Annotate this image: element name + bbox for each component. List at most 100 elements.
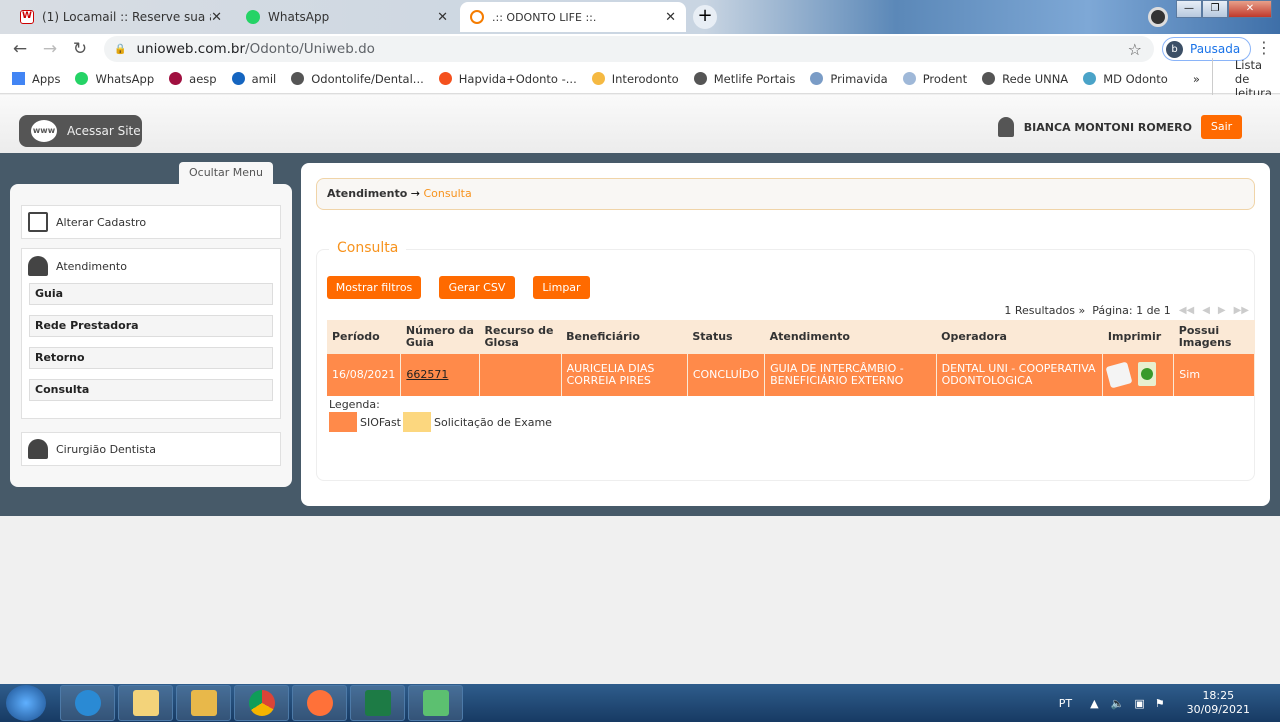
taskbar-ie[interactable] xyxy=(60,685,115,721)
table-row[interactable]: 16/08/2021 662571 AURICELIA DIAS CORREIA… xyxy=(327,354,1255,396)
reading-list-button[interactable]: Lista de leitura xyxy=(1211,57,1280,100)
cell-beneficiario: AURICELIA DIAS CORREIA PIRES xyxy=(561,354,688,396)
generate-csv-button[interactable]: Gerar CSV xyxy=(439,276,515,299)
last-page-icon[interactable]: ▶▶ xyxy=(1234,305,1249,316)
close-tab-icon[interactable]: ✕ xyxy=(437,10,448,25)
media-icon[interactable] xyxy=(1148,7,1168,27)
forward-icon[interactable]: → xyxy=(35,39,65,59)
close-tab-icon[interactable]: ✕ xyxy=(211,10,222,25)
bookmark-item[interactable]: Hapvida+Odonto -... xyxy=(438,72,577,86)
sidebar: Alterar Cadastro Atendimento Guia Rede P… xyxy=(10,184,292,487)
back-icon[interactable]: ← xyxy=(5,39,35,59)
bookmark-item[interactable]: Interodonto xyxy=(591,72,679,86)
new-tab-button[interactable]: + xyxy=(693,5,717,29)
more-bookmarks-button[interactable]: » xyxy=(1193,72,1200,86)
show-hidden-icons[interactable]: ▲ xyxy=(1090,697,1098,710)
bookmark-icon xyxy=(438,72,452,85)
bookmarks-bar: Apps WhatsApp aesp amil Odontolife/Dental...… xyxy=(0,57,1280,100)
volume-icon[interactable]: 🔈 xyxy=(1111,697,1125,710)
sidebar-item-atendimento[interactable]: Atendimento xyxy=(22,249,280,283)
hide-menu-tab[interactable]: Ocultar Menu xyxy=(179,162,273,186)
bookmark-item[interactable]: Metlife Portais xyxy=(693,72,795,86)
results-table: Período Número da Guia Recurso de Glosa Ben… xyxy=(327,320,1255,396)
taskbar-excel[interactable] xyxy=(350,685,405,721)
pager: 1 Resultados » Página: 1 de 1 ◀◀ ◀ ▶ ▶▶ xyxy=(1004,304,1249,317)
bookmark-icon xyxy=(591,72,605,85)
sidebar-subitem-guia[interactable]: Guia xyxy=(29,283,273,305)
star-icon[interactable]: ☆ xyxy=(1128,40,1142,59)
system-tray: PT ▲ 🔈 ▣ ⚑ 18:25 30/09/2021 xyxy=(1059,684,1250,722)
breadcrumb: Atendimento → Consulta xyxy=(316,178,1255,210)
column-header[interactable]: Recurso de Glosa xyxy=(479,320,562,354)
main-panel: Atendimento → Consulta Consulta Mostrar … xyxy=(301,163,1270,506)
bookmark-item[interactable]: Prodent xyxy=(902,72,967,86)
column-header[interactable]: Número da Guia xyxy=(400,320,480,354)
section-title: Consulta xyxy=(329,240,407,256)
column-header[interactable]: Possui Imagens xyxy=(1173,320,1255,354)
column-header[interactable]: Atendimento xyxy=(764,320,937,354)
bookmark-item[interactable]: amil xyxy=(231,72,276,86)
tab-odonto-life[interactable]: .:: ODONTO LIFE ::. ✕ xyxy=(460,2,686,32)
bookmark-icon xyxy=(693,72,707,85)
column-header[interactable]: Status xyxy=(687,320,765,354)
sidebar-item-cirurgiao-dentista[interactable]: Cirurgião Dentista xyxy=(21,432,281,466)
legend-swatch-exame xyxy=(403,412,431,432)
sidebar-subitem-retorno[interactable]: Retorno xyxy=(29,347,273,369)
bookmark-item[interactable]: Rede UNNA xyxy=(982,72,1068,86)
odonto-icon xyxy=(470,10,484,24)
column-header[interactable]: Beneficiário xyxy=(561,320,688,354)
bookmark-item[interactable]: MD Odonto xyxy=(1083,72,1168,86)
bookmark-icon xyxy=(902,72,916,85)
browser-tab-bar: W(1) Locamail :: Reserve sua agend✕ What… xyxy=(0,0,1280,34)
bookmark-item[interactable]: WhatsApp xyxy=(75,72,154,86)
clock[interactable]: 18:25 30/09/2021 xyxy=(1187,689,1250,717)
column-header[interactable]: Operadora xyxy=(936,320,1103,354)
minimize-icon[interactable]: — xyxy=(1176,0,1202,18)
tab-locamail[interactable]: W(1) Locamail :: Reserve sua agend✕ xyxy=(10,2,232,32)
taskbar-folder[interactable] xyxy=(176,685,231,721)
show-filters-button[interactable]: Mostrar filtros xyxy=(327,276,421,299)
sidebar-subitem-consulta[interactable]: Consulta xyxy=(29,379,273,401)
breadcrumb-parent[interactable]: Atendimento xyxy=(327,187,407,200)
dentist-icon xyxy=(28,439,48,459)
first-page-icon[interactable]: ◀◀ xyxy=(1179,305,1194,316)
guia-link[interactable]: 662571 xyxy=(406,368,448,381)
tab-whatsapp[interactable]: WhatsApp ✕ xyxy=(236,2,458,32)
print-approved-icon[interactable] xyxy=(1138,361,1157,386)
network-icon[interactable]: ▣ xyxy=(1134,697,1144,710)
clear-button[interactable]: Limpar xyxy=(533,276,590,299)
sidebar-item-alterar-cadastro[interactable]: Alterar Cadastro xyxy=(21,205,281,239)
bookmark-item[interactable]: Odontolife/Dental... xyxy=(291,72,424,86)
restore-icon[interactable]: ❐ xyxy=(1202,0,1228,18)
acessar-site-button[interactable]: www Acessar Site xyxy=(19,115,142,147)
sidebar-subitem-rede-prestadora[interactable]: Rede Prestadora xyxy=(29,315,273,337)
taskbar-chrome[interactable] xyxy=(234,685,289,721)
language-indicator[interactable]: PT xyxy=(1059,697,1072,710)
bookmark-icon xyxy=(810,72,824,85)
logout-button[interactable]: Sair xyxy=(1201,115,1242,139)
start-button[interactable] xyxy=(6,685,46,721)
close-window-icon[interactable]: ✕ xyxy=(1228,0,1272,18)
print-document-icon[interactable] xyxy=(1105,361,1133,388)
taskbar-explorer[interactable] xyxy=(118,685,173,721)
bookmark-item[interactable]: aesp xyxy=(169,72,217,86)
bookmark-item[interactable]: Primavida xyxy=(810,72,888,86)
bookmark-item[interactable]: Apps xyxy=(12,72,60,86)
prev-page-icon[interactable]: ◀ xyxy=(1202,305,1210,316)
menu-icon[interactable]: ⋮ xyxy=(1256,38,1272,57)
column-header[interactable]: Imprimir xyxy=(1102,320,1174,354)
close-tab-icon[interactable]: ✕ xyxy=(665,10,676,25)
lock-icon: 🔒 xyxy=(114,43,127,55)
content-stage: Ocultar Menu Alterar Cadastro Atendiment… xyxy=(0,153,1280,516)
legend-swatch-siofast xyxy=(329,412,357,432)
bookmark-icon xyxy=(982,72,996,85)
column-header[interactable]: Período xyxy=(327,320,401,354)
reload-icon[interactable]: ↻ xyxy=(65,39,95,59)
next-page-icon[interactable]: ▶ xyxy=(1218,305,1226,316)
url-input[interactable]: 🔒 unioweb.com.br/Odonto/Uniweb.do ☆ xyxy=(104,36,1154,62)
taskbar-app[interactable] xyxy=(408,685,463,721)
legend: SIOFast Solicitação de Exame xyxy=(329,412,552,432)
taskbar-firefox[interactable] xyxy=(292,685,347,721)
flag-icon[interactable]: ⚑ xyxy=(1155,697,1165,710)
bookmark-icon xyxy=(75,72,89,85)
